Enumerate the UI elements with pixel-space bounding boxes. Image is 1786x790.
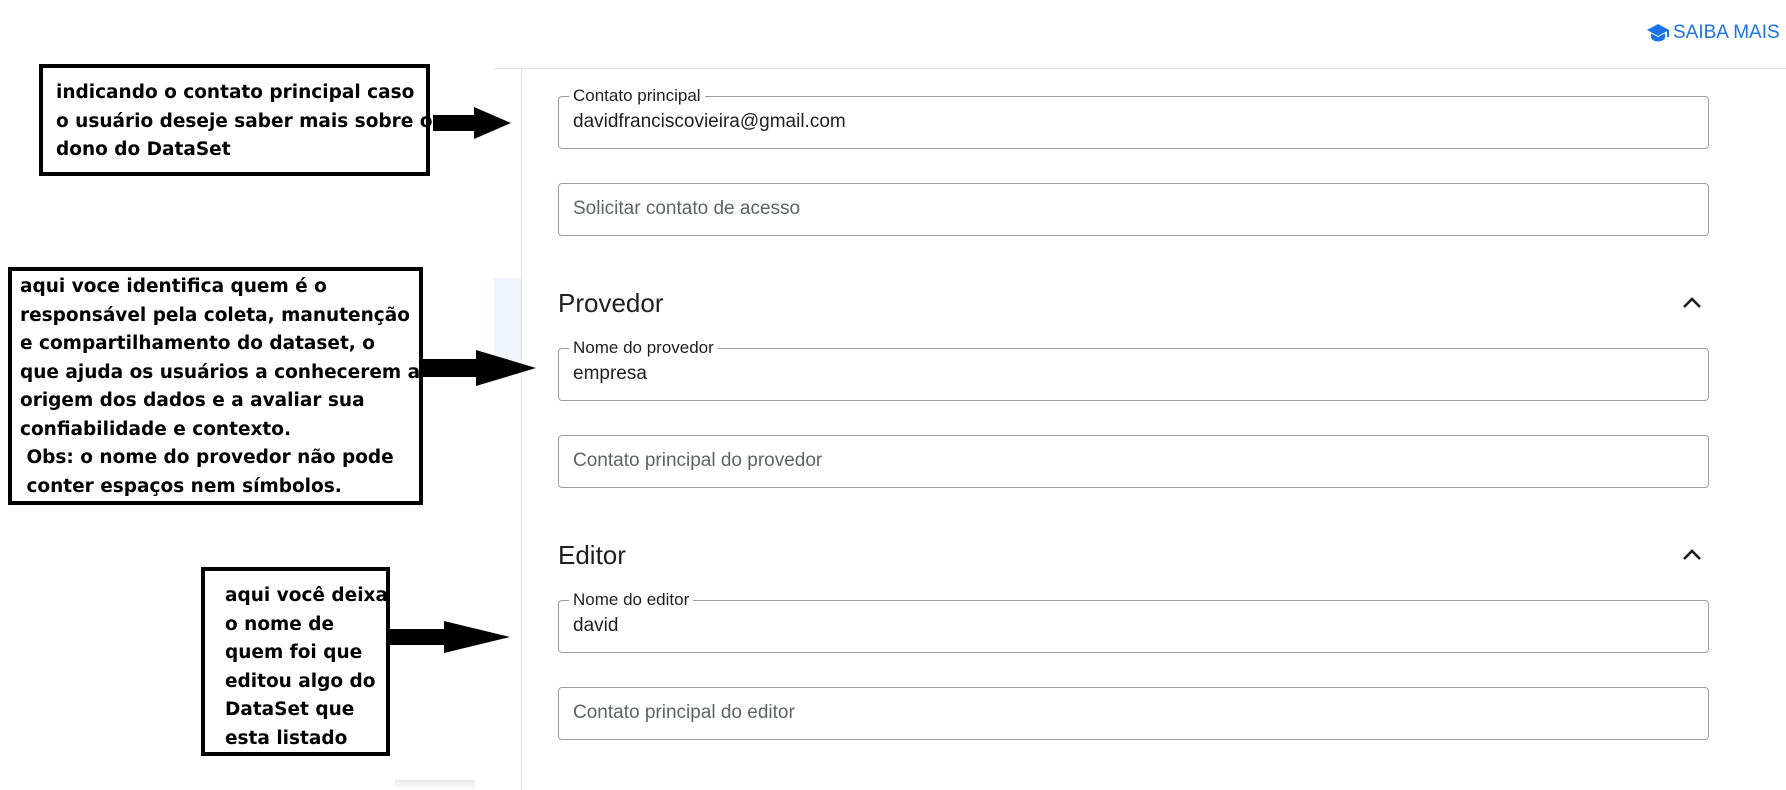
- annotation-line: Obs: o nome do provedor não pode: [20, 447, 394, 468]
- editor-contact-placeholder: Contato principal do editor: [573, 702, 795, 723]
- annotation-line: confiabilidade e contexto.: [20, 418, 292, 440]
- editor-name-field[interactable]: Nome do editor david: [558, 590, 1709, 653]
- provider-name-value: empresa: [573, 363, 647, 384]
- annotation-line: editou algo do: [225, 670, 376, 692]
- provider-section-title: Provedor: [558, 288, 664, 318]
- access-contact-placeholder: Solicitar contato de acesso: [573, 198, 801, 219]
- panel-left-border: [521, 69, 522, 790]
- annotation-line: quem foi que: [225, 642, 363, 663]
- annotation-line: aqui voce identifica quem é o: [20, 276, 327, 297]
- editor-section-title: Editor: [558, 540, 626, 570]
- annotation-line: DataSet que: [225, 699, 355, 720]
- provider-collapse-button[interactable]: [1678, 289, 1706, 317]
- annotation-line: o usuário deseje saber mais sobre o: [56, 110, 433, 132]
- provider-annotation-box: aqui voce identifica quem é o responsáve…: [8, 267, 423, 505]
- contact-arrow: [432, 106, 512, 140]
- chevron-up-icon: [1683, 549, 1701, 560]
- main-contact-field[interactable]: Contato principal davidfranciscovieira@g…: [558, 86, 1709, 149]
- editor-contact-field[interactable]: Contato principal do editor: [558, 687, 1709, 740]
- provider-contact-placeholder: Contato principal do provedor: [573, 450, 823, 471]
- provider-contact-field[interactable]: Contato principal do provedor: [558, 435, 1709, 488]
- annotation-line: origem dos dados e a avaliar sua: [20, 390, 365, 411]
- main-contact-label: Contato principal: [569, 86, 705, 106]
- main-contact-value: davidfranciscovieira@gmail.com: [573, 111, 846, 132]
- access-contact-field[interactable]: Solicitar contato de acesso: [558, 183, 1709, 236]
- editor-arrow: [389, 620, 511, 654]
- graduation-cap-icon: [1646, 23, 1670, 43]
- learn-more-label: SAIBA MAIS: [1673, 22, 1780, 43]
- annotation-line: e compartilhamento do dataset, o: [20, 333, 375, 354]
- editor-name-value: david: [573, 615, 619, 636]
- editor-annotation-box: aqui você deixa o nome de quem foi que e…: [201, 567, 390, 756]
- annotation-line: indicando o contato principal caso: [56, 82, 415, 103]
- editor-name-label: Nome do editor: [569, 590, 694, 610]
- editor-collapse-button[interactable]: [1678, 541, 1706, 569]
- shadow-strip: [395, 780, 475, 790]
- annotation-line: responsável pela coleta, manutenção: [20, 304, 410, 326]
- contact-annotation-box: indicando o contato principal caso o usu…: [39, 64, 433, 176]
- header-divider: [494, 68, 1786, 69]
- annotation-line: aqui você deixa: [225, 585, 388, 606]
- annotation-line: que ajuda os usuários a conhecerem a: [20, 361, 421, 383]
- chevron-up-icon: [1683, 297, 1701, 308]
- learn-more-link[interactable]: SAIBA MAIS: [1646, 20, 1780, 46]
- annotation-line: dono do DataSet: [56, 139, 231, 160]
- provider-name-field[interactable]: Nome do provedor empresa: [558, 338, 1709, 401]
- annotation-line: esta listado: [225, 727, 348, 749]
- provider-arrow: [421, 349, 537, 387]
- annotation-line: conter espaços nem símbolos.: [20, 475, 342, 497]
- annotation-line: o nome de: [225, 613, 335, 635]
- provider-name-label: Nome do provedor: [569, 338, 718, 358]
